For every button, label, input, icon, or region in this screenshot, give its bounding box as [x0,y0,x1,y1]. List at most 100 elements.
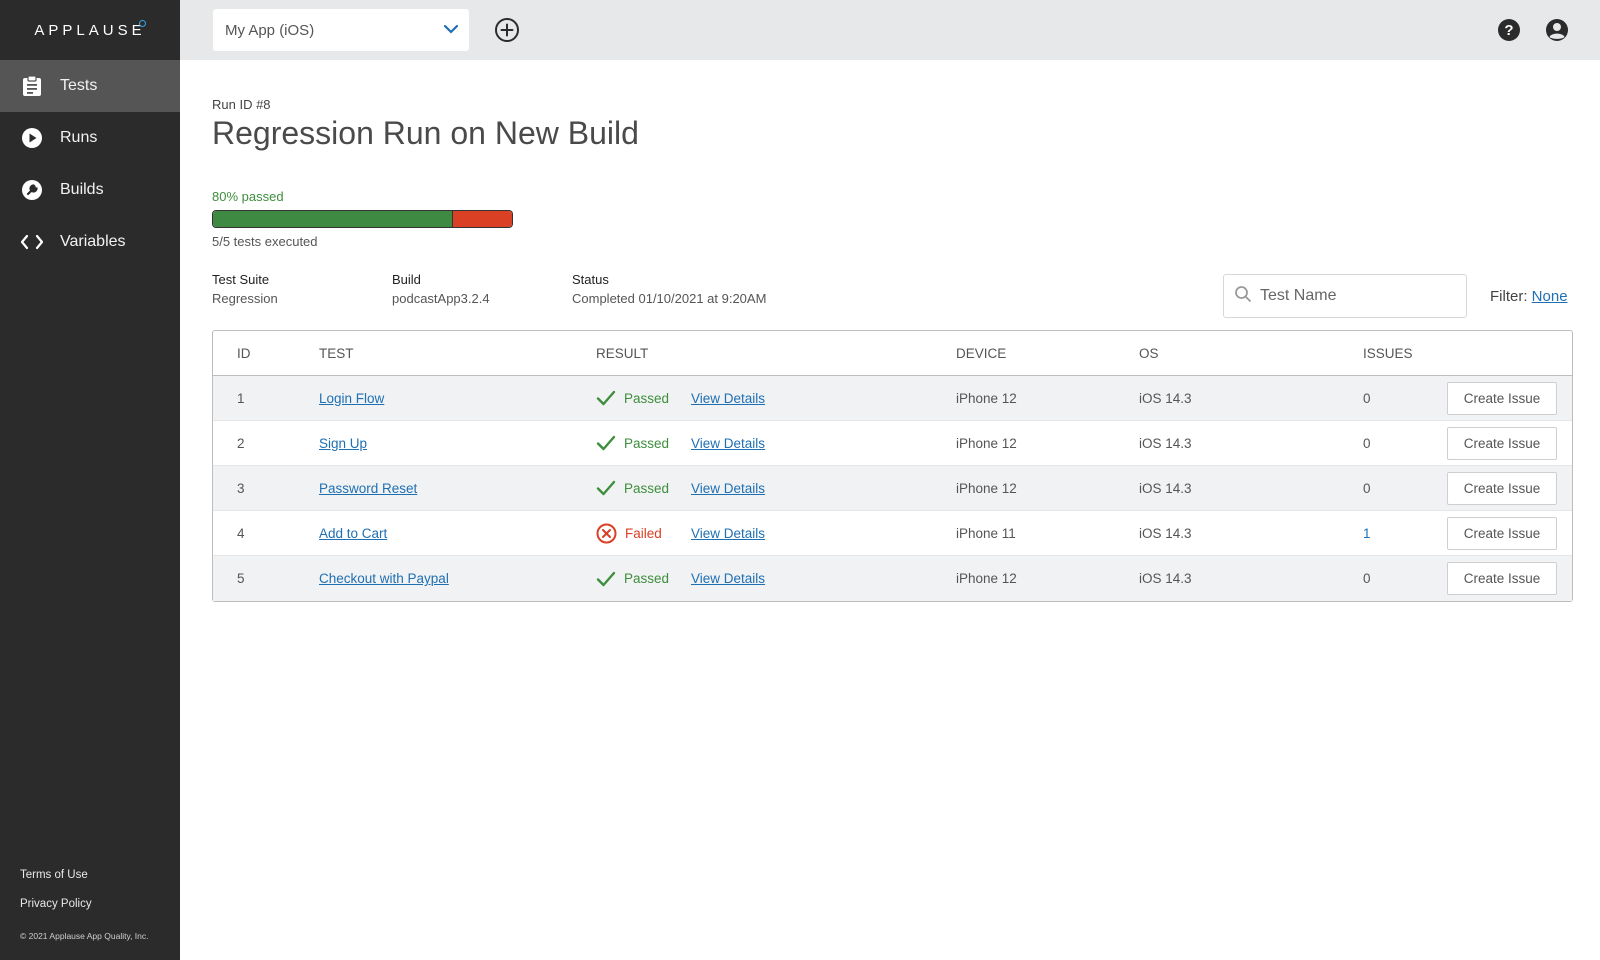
row-test-cell: Password Reset [319,481,596,496]
sidebar-item-tests[interactable]: Tests [0,60,180,112]
help-icon[interactable]: ? [1497,18,1521,42]
meta-value: Completed 01/10/2021 at 9:20AM [572,291,767,306]
passed-check-icon [596,390,616,406]
row-os: iOS 14.3 [1139,571,1192,586]
header-result[interactable]: RESULT [596,346,956,361]
row-result: Passed [596,390,691,406]
row-result: Failed [596,523,691,544]
sidebar-item-builds[interactable]: Builds [0,164,180,216]
test-name-link[interactable]: Login Flow [319,391,384,406]
view-details-link[interactable]: View Details [691,391,765,406]
failed-x-circle-icon [596,523,617,544]
search-input[interactable] [1260,287,1450,305]
meta-label: Build [392,272,421,287]
view-details-link[interactable]: View Details [691,571,765,586]
applause-logo[interactable]: APPLAUSE [0,0,180,60]
row-id: 4 [237,525,245,541]
sidebar: APPLAUSE Tests Runs Builds Variables Ter… [0,0,180,960]
logo-text: APPLAUSE [34,21,146,39]
header-test[interactable]: TEST [319,346,596,361]
result-label: Passed [624,435,670,451]
row-id: 2 [237,435,245,451]
progress-passed-segment [213,211,453,227]
logo-dot-icon [139,20,146,27]
row-issues: 0 [1363,390,1371,406]
row-result: Passed [596,571,691,587]
row-test-cell: Checkout with Paypal [319,571,596,586]
header-issues[interactable]: ISSUES [1363,346,1447,361]
table-row: 3 Password Reset Passed View Details iPhone … [213,466,1572,511]
row-os: iOS 14.3 [1139,525,1192,541]
sidebar-item-label: Variables [60,233,126,250]
create-issue-button[interactable]: Create Issue [1447,426,1557,460]
meta-value: podcastApp3.2.4 [392,291,490,306]
table-header: ID TEST RESULT DEVICE OS ISSUES [213,331,1572,376]
sidebar-item-variables[interactable]: Variables [0,216,180,268]
row-details-cell: View Details [691,436,956,451]
app-select-dropdown[interactable]: My App (iOS) [213,9,469,51]
table-row: 1 Login Flow Passed View Details iPhone 12 iO… [213,376,1572,421]
header-os[interactable]: OS [1139,346,1363,361]
row-issues: 0 [1363,480,1371,496]
row-action-cell: Create Issue [1447,381,1557,415]
run-id: Run ID #8 [212,97,271,112]
create-issue-button[interactable]: Create Issue [1447,516,1557,550]
add-circle-icon[interactable] [494,17,520,43]
header-id[interactable]: ID [213,346,319,361]
row-action-cell: Create Issue [1447,471,1557,505]
test-name-link[interactable]: Password Reset [319,481,417,496]
sidebar-item-runs[interactable]: Runs [0,112,180,164]
row-test-cell: Add to Cart [319,526,596,541]
test-name-link[interactable]: Checkout with Paypal [319,571,449,586]
view-details-link[interactable]: View Details [691,526,765,541]
row-id: 1 [237,390,245,406]
sidebar-item-label: Tests [60,77,98,94]
view-details-link[interactable]: View Details [691,481,765,496]
row-details-cell: View Details [691,391,956,406]
meta-label: Test Suite [212,272,270,287]
header-device[interactable]: DEVICE [956,346,1139,361]
clipboard-icon [20,74,44,98]
user-icon[interactable] [1545,18,1569,42]
row-id: 5 [237,571,245,586]
search-box [1223,274,1467,318]
test-name-link[interactable]: Sign Up [319,436,367,451]
sidebar-item-label: Builds [60,181,104,198]
terms-link[interactable]: Terms of Use [20,869,149,881]
row-action-cell: Create Issue [1447,426,1557,460]
row-id: 3 [237,480,245,496]
row-device: iPhone 11 [956,525,1016,541]
pass-progress-bar [212,210,513,228]
result-label: Passed [624,390,670,406]
test-name-link[interactable]: Add to Cart [319,526,387,541]
result-label: Passed [624,571,670,586]
meta-build: Build podcastApp3.2.4 [392,272,490,306]
row-issues: 0 [1363,435,1371,451]
row-details-cell: View Details [691,481,956,496]
privacy-link[interactable]: Privacy Policy [20,898,149,910]
create-issue-button[interactable]: Create Issue [1447,381,1557,415]
chevron-down-icon [443,22,459,40]
filter-value-link[interactable]: None [1532,288,1568,305]
result-label: Passed [624,480,670,496]
table-row: 5 Checkout with Paypal Passed View Details i… [213,556,1572,601]
wrench-icon [20,178,44,202]
row-issues[interactable]: 1 [1363,526,1447,541]
row-device: iPhone 12 [956,390,1017,406]
row-result: Passed [596,435,691,451]
tests-executed: 5/5 tests executed [212,234,318,249]
row-details-cell: View Details [691,526,956,541]
results-table: ID TEST RESULT DEVICE OS ISSUES 1 Login F… [212,330,1573,602]
table-body: 1 Login Flow Passed View Details iPhone 12 iO… [213,376,1572,601]
row-issues: 0 [1363,571,1371,586]
meta-value: Regression [212,291,278,306]
filter-label: Filter: [1490,288,1528,305]
svg-text:?: ? [1504,22,1513,39]
row-device: iPhone 12 [956,571,1017,586]
pass-percentage: 80% passed [212,189,284,204]
row-result: Passed [596,480,691,496]
create-issue-button[interactable]: Create Issue [1447,562,1557,595]
view-details-link[interactable]: View Details [691,436,765,451]
passed-check-icon [596,435,616,451]
create-issue-button[interactable]: Create Issue [1447,471,1557,505]
